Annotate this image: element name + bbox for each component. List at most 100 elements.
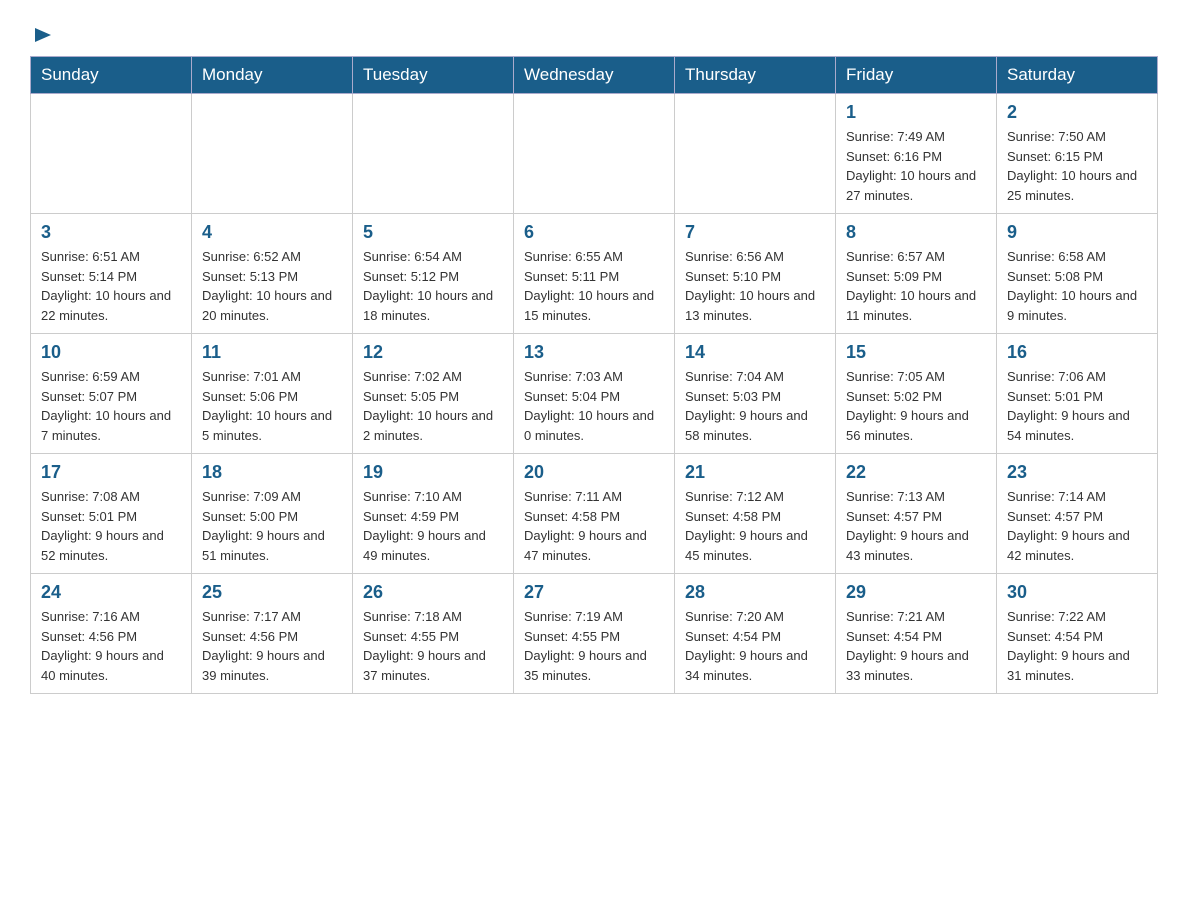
day-info: Sunrise: 7:05 AM Sunset: 5:02 PM Dayligh… xyxy=(846,367,986,445)
calendar-week-row: 24 Sunrise: 7:16 AM Sunset: 4:56 PM Dayli… xyxy=(31,574,1158,694)
calendar-header-sunday: Sunday xyxy=(31,57,192,94)
day-number: 22 xyxy=(846,462,986,483)
calendar-day-cell: 28 Sunrise: 7:20 AM Sunset: 4:54 PM Dayli… xyxy=(675,574,836,694)
day-number: 7 xyxy=(685,222,825,243)
day-number: 29 xyxy=(846,582,986,603)
day-number: 13 xyxy=(524,342,664,363)
day-info: Sunrise: 6:59 AM Sunset: 5:07 PM Dayligh… xyxy=(41,367,181,445)
day-number: 19 xyxy=(363,462,503,483)
day-number: 6 xyxy=(524,222,664,243)
calendar-header-saturday: Saturday xyxy=(997,57,1158,94)
calendar-day-cell: 23 Sunrise: 7:14 AM Sunset: 4:57 PM Dayli… xyxy=(997,454,1158,574)
calendar-day-cell: 10 Sunrise: 6:59 AM Sunset: 5:07 PM Dayli… xyxy=(31,334,192,454)
calendar-day-cell: 13 Sunrise: 7:03 AM Sunset: 5:04 PM Dayli… xyxy=(514,334,675,454)
calendar-week-row: 1 Sunrise: 7:49 AM Sunset: 6:16 PM Daylig… xyxy=(31,94,1158,214)
calendar-day-cell: 11 Sunrise: 7:01 AM Sunset: 5:06 PM Dayli… xyxy=(192,334,353,454)
day-number: 27 xyxy=(524,582,664,603)
day-number: 26 xyxy=(363,582,503,603)
day-number: 11 xyxy=(202,342,342,363)
day-number: 10 xyxy=(41,342,181,363)
day-number: 9 xyxy=(1007,222,1147,243)
day-number: 2 xyxy=(1007,102,1147,123)
day-number: 1 xyxy=(846,102,986,123)
day-number: 18 xyxy=(202,462,342,483)
day-info: Sunrise: 6:57 AM Sunset: 5:09 PM Dayligh… xyxy=(846,247,986,325)
day-info: Sunrise: 7:21 AM Sunset: 4:54 PM Dayligh… xyxy=(846,607,986,685)
day-number: 16 xyxy=(1007,342,1147,363)
calendar-day-cell: 21 Sunrise: 7:12 AM Sunset: 4:58 PM Dayli… xyxy=(675,454,836,574)
day-info: Sunrise: 7:20 AM Sunset: 4:54 PM Dayligh… xyxy=(685,607,825,685)
day-info: Sunrise: 6:54 AM Sunset: 5:12 PM Dayligh… xyxy=(363,247,503,325)
day-number: 12 xyxy=(363,342,503,363)
day-info: Sunrise: 7:49 AM Sunset: 6:16 PM Dayligh… xyxy=(846,127,986,205)
calendar-day-cell: 20 Sunrise: 7:11 AM Sunset: 4:58 PM Dayli… xyxy=(514,454,675,574)
day-info: Sunrise: 7:01 AM Sunset: 5:06 PM Dayligh… xyxy=(202,367,342,445)
day-info: Sunrise: 7:17 AM Sunset: 4:56 PM Dayligh… xyxy=(202,607,342,685)
day-info: Sunrise: 6:58 AM Sunset: 5:08 PM Dayligh… xyxy=(1007,247,1147,325)
calendar-header-wednesday: Wednesday xyxy=(514,57,675,94)
calendar-day-cell: 6 Sunrise: 6:55 AM Sunset: 5:11 PM Daylig… xyxy=(514,214,675,334)
day-info: Sunrise: 7:12 AM Sunset: 4:58 PM Dayligh… xyxy=(685,487,825,565)
day-number: 4 xyxy=(202,222,342,243)
logo xyxy=(30,20,55,46)
day-info: Sunrise: 7:14 AM Sunset: 4:57 PM Dayligh… xyxy=(1007,487,1147,565)
calendar-week-row: 10 Sunrise: 6:59 AM Sunset: 5:07 PM Dayli… xyxy=(31,334,1158,454)
day-number: 14 xyxy=(685,342,825,363)
day-info: Sunrise: 7:03 AM Sunset: 5:04 PM Dayligh… xyxy=(524,367,664,445)
calendar-week-row: 3Sunrise: 6:51 AM Sunset: 5:14 PM Daylig… xyxy=(31,214,1158,334)
calendar-day-cell: 12Sunrise: 7:02 AM Sunset: 5:05 PM Dayli… xyxy=(353,334,514,454)
day-number: 28 xyxy=(685,582,825,603)
day-number: 23 xyxy=(1007,462,1147,483)
calendar-day-cell: 22 Sunrise: 7:13 AM Sunset: 4:57 PM Dayli… xyxy=(836,454,997,574)
calendar-day-cell: 7 Sunrise: 6:56 AM Sunset: 5:10 PM Daylig… xyxy=(675,214,836,334)
day-info: Sunrise: 7:06 AM Sunset: 5:01 PM Dayligh… xyxy=(1007,367,1147,445)
calendar-day-cell: 19 Sunrise: 7:10 AM Sunset: 4:59 PM Dayli… xyxy=(353,454,514,574)
calendar: SundayMondayTuesdayWednesdayThursdayFrid… xyxy=(30,56,1158,694)
day-number: 25 xyxy=(202,582,342,603)
calendar-day-cell: 25 Sunrise: 7:17 AM Sunset: 4:56 PM Dayli… xyxy=(192,574,353,694)
day-number: 5 xyxy=(363,222,503,243)
day-info: Sunrise: 7:08 AM Sunset: 5:01 PM Dayligh… xyxy=(41,487,181,565)
day-info: Sunrise: 6:52 AM Sunset: 5:13 PM Dayligh… xyxy=(202,247,342,325)
calendar-day-cell: 17Sunrise: 7:08 AM Sunset: 5:01 PM Dayli… xyxy=(31,454,192,574)
day-info: Sunrise: 7:13 AM Sunset: 4:57 PM Dayligh… xyxy=(846,487,986,565)
day-number: 20 xyxy=(524,462,664,483)
calendar-header-row: SundayMondayTuesdayWednesdayThursdayFrid… xyxy=(31,57,1158,94)
calendar-day-cell: 29 Sunrise: 7:21 AM Sunset: 4:54 PM Dayli… xyxy=(836,574,997,694)
day-info: Sunrise: 6:55 AM Sunset: 5:11 PM Dayligh… xyxy=(524,247,664,325)
calendar-day-cell: 16 Sunrise: 7:06 AM Sunset: 5:01 PM Dayli… xyxy=(997,334,1158,454)
calendar-header-monday: Monday xyxy=(192,57,353,94)
day-info: Sunrise: 6:56 AM Sunset: 5:10 PM Dayligh… xyxy=(685,247,825,325)
day-number: 24 xyxy=(41,582,181,603)
calendar-day-cell: 1 Sunrise: 7:49 AM Sunset: 6:16 PM Daylig… xyxy=(836,94,997,214)
day-info: Sunrise: 7:16 AM Sunset: 4:56 PM Dayligh… xyxy=(41,607,181,685)
day-info: Sunrise: 7:10 AM Sunset: 4:59 PM Dayligh… xyxy=(363,487,503,565)
calendar-day-cell: 4 Sunrise: 6:52 AM Sunset: 5:13 PM Daylig… xyxy=(192,214,353,334)
day-info: Sunrise: 7:09 AM Sunset: 5:00 PM Dayligh… xyxy=(202,487,342,565)
calendar-day-cell: 15 Sunrise: 7:05 AM Sunset: 5:02 PM Dayli… xyxy=(836,334,997,454)
calendar-day-cell: 9 Sunrise: 6:58 AM Sunset: 5:08 PM Daylig… xyxy=(997,214,1158,334)
calendar-header-friday: Friday xyxy=(836,57,997,94)
calendar-header-thursday: Thursday xyxy=(675,57,836,94)
calendar-day-cell xyxy=(675,94,836,214)
calendar-day-cell: 24 Sunrise: 7:16 AM Sunset: 4:56 PM Dayli… xyxy=(31,574,192,694)
day-number: 15 xyxy=(846,342,986,363)
calendar-day-cell: 8 Sunrise: 6:57 AM Sunset: 5:09 PM Daylig… xyxy=(836,214,997,334)
day-number: 3 xyxy=(41,222,181,243)
day-number: 8 xyxy=(846,222,986,243)
calendar-day-cell: 2Sunrise: 7:50 AM Sunset: 6:15 PM Daylig… xyxy=(997,94,1158,214)
day-info: Sunrise: 7:19 AM Sunset: 4:55 PM Dayligh… xyxy=(524,607,664,685)
calendar-header-tuesday: Tuesday xyxy=(353,57,514,94)
calendar-day-cell xyxy=(31,94,192,214)
day-info: Sunrise: 7:18 AM Sunset: 4:55 PM Dayligh… xyxy=(363,607,503,685)
day-info: Sunrise: 7:11 AM Sunset: 4:58 PM Dayligh… xyxy=(524,487,664,565)
calendar-day-cell: 30Sunrise: 7:22 AM Sunset: 4:54 PM Dayli… xyxy=(997,574,1158,694)
calendar-day-cell: 14 Sunrise: 7:04 AM Sunset: 5:03 PM Dayli… xyxy=(675,334,836,454)
calendar-day-cell: 27 Sunrise: 7:19 AM Sunset: 4:55 PM Dayli… xyxy=(514,574,675,694)
day-info: Sunrise: 7:04 AM Sunset: 5:03 PM Dayligh… xyxy=(685,367,825,445)
calendar-day-cell: 18 Sunrise: 7:09 AM Sunset: 5:00 PM Dayli… xyxy=(192,454,353,574)
day-number: 21 xyxy=(685,462,825,483)
day-info: Sunrise: 7:22 AM Sunset: 4:54 PM Dayligh… xyxy=(1007,607,1147,685)
calendar-week-row: 17Sunrise: 7:08 AM Sunset: 5:01 PM Dayli… xyxy=(31,454,1158,574)
calendar-day-cell xyxy=(192,94,353,214)
